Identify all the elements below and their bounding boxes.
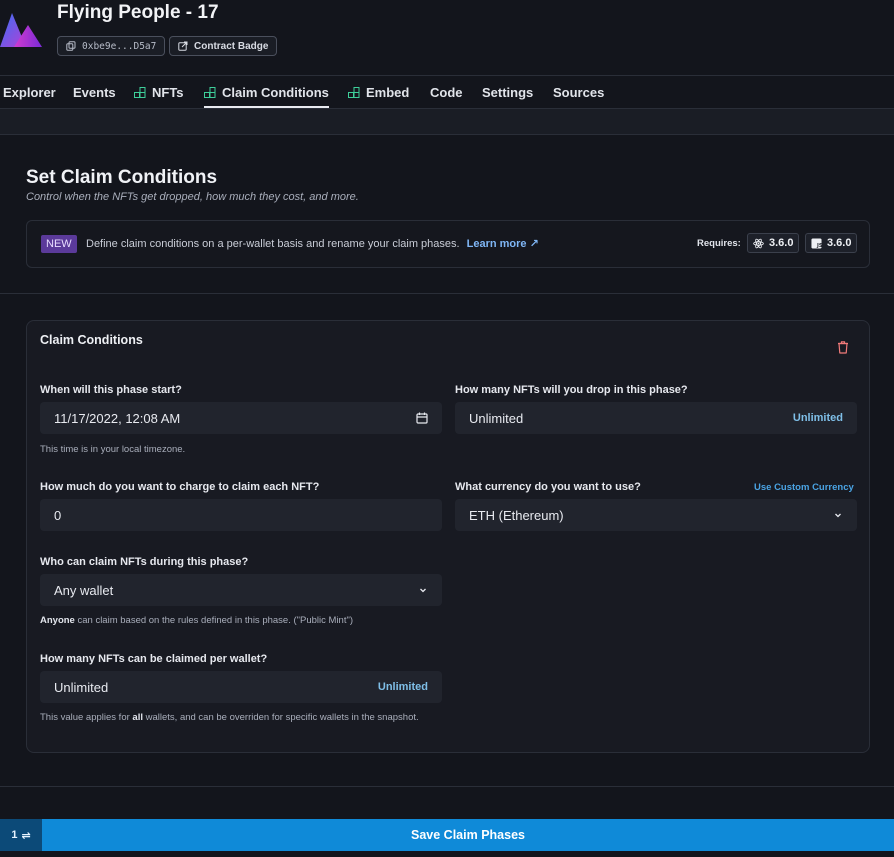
timezone-help: This time is in your local timezone.: [40, 444, 186, 455]
per-wallet-value: Unlimited: [54, 679, 109, 695]
drop-label: How many NFTs will you drop in this phas…: [455, 384, 688, 396]
sdk-version: 3.6.0: [827, 237, 852, 249]
learn-more-link[interactable]: Learn more ↗: [467, 238, 539, 250]
tab-nfts[interactable]: NFTs: [134, 76, 184, 109]
sdk-version-badge: JS 3.6.0: [805, 233, 858, 253]
page-subtitle: Control when the NFTs get dropped, how m…: [26, 191, 359, 203]
section-divider: [0, 293, 894, 294]
drop-quantity-input[interactable]: Unlimited Unlimited: [455, 402, 857, 434]
tab-code[interactable]: Code: [430, 76, 463, 109]
tab-label: Settings: [482, 85, 534, 100]
phase-count: 1 ⇌: [0, 819, 42, 851]
svg-text:JS: JS: [816, 243, 822, 249]
per-wallet-help-pre: This value applies for: [40, 712, 133, 723]
price-input[interactable]: 0: [40, 499, 442, 531]
currency-label: What currency do you want to use?: [455, 481, 641, 493]
swap-icon: ⇌: [21, 829, 31, 842]
tab-label: Explorer: [3, 85, 56, 100]
tab-label: Sources: [553, 85, 605, 100]
bottom-divider: [0, 786, 894, 787]
who-help: Anyone can claim based on the rules defi…: [40, 613, 353, 628]
card-title: Claim Conditions: [40, 333, 143, 347]
tab-label: NFTs: [152, 85, 184, 100]
start-label: When will this phase start?: [40, 384, 182, 396]
tab-events[interactable]: Events: [73, 76, 116, 109]
tab-label: Claim Conditions: [222, 85, 329, 100]
external-link-icon: [178, 41, 188, 51]
calendar-icon[interactable]: [416, 412, 428, 424]
drop-quantity-value: Unlimited: [469, 410, 524, 426]
blocks-icon: [204, 86, 216, 98]
per-wallet-help-bold: all: [132, 712, 143, 723]
per-wallet-help-post: wallets, and can be overriden for specif…: [142, 712, 419, 723]
react-icon: [753, 238, 764, 248]
react-version-badge: 3.6.0: [747, 233, 800, 253]
save-claim-phases-button[interactable]: Save Claim Phases: [42, 819, 894, 851]
currency-value: ETH (Ethereum): [469, 507, 564, 523]
per-wallet-help: This value applies for all wallets, and …: [40, 710, 420, 725]
save-bar: 1 ⇌ Save Claim Phases: [0, 819, 894, 851]
start-date-input[interactable]: 11/17/2022, 12:08 AM: [40, 402, 442, 434]
tab-claim-conditions[interactable]: Claim Conditions: [204, 76, 329, 109]
who-label: Who can claim NFTs during this phase?: [40, 556, 249, 568]
contract-badge-label: Contract Badge: [194, 40, 269, 52]
page-title: Set Claim Conditions: [26, 167, 218, 188]
chevron-down-icon: [835, 513, 841, 518]
tab-label: Embed: [366, 85, 410, 100]
arrow-up-right-icon: ↗: [529, 238, 539, 250]
who-help-bold: Anyone: [40, 615, 75, 626]
who-help-text: can claim based on the rules defined in …: [74, 615, 354, 626]
who-value: Any wallet: [54, 582, 114, 598]
price-label: How much do you want to charge to claim …: [40, 481, 320, 493]
drop-unlimited-button[interactable]: Unlimited: [793, 412, 843, 424]
new-feature-notice: NEW Define claim conditions on a per-wal…: [26, 220, 870, 268]
blocks-icon: [348, 86, 360, 98]
trash-icon[interactable]: [835, 339, 851, 355]
notice-text: Define claim conditions on a per-wallet …: [86, 237, 539, 250]
contract-badge-button[interactable]: Contract Badge: [169, 36, 278, 56]
claim-conditions-card: Claim Conditions When will this phase st…: [26, 320, 870, 753]
tab-explorer[interactable]: Explorer: [3, 76, 56, 109]
price-value: 0: [54, 507, 62, 523]
top-band: [0, 109, 894, 135]
blocks-icon: [134, 86, 146, 98]
tab-embed[interactable]: Embed: [348, 76, 409, 109]
js-icon: JS: [811, 237, 822, 249]
learn-more-label: Learn more: [466, 238, 527, 250]
tab-label: Events: [73, 85, 116, 100]
contract-address: 0xbe9e...D5a7: [82, 40, 157, 52]
per-wallet-label: How many NFTs can be claimed per wallet?: [40, 653, 268, 665]
chevron-down-icon: [420, 588, 426, 593]
phase-count-value: 1: [11, 829, 18, 841]
contract-header: Flying People - 17 0xbe9e...D5a7 Contrac…: [0, 0, 894, 75]
currency-select[interactable]: ETH (Ethereum): [455, 499, 857, 531]
tab-sources[interactable]: Sources: [553, 76, 604, 109]
requires-label: Requires:: [697, 238, 741, 249]
new-badge: NEW: [41, 235, 77, 253]
tab-settings[interactable]: Settings: [482, 76, 533, 109]
copy-address-button[interactable]: 0xbe9e...D5a7: [57, 36, 166, 56]
copy-icon: [66, 41, 76, 51]
who-select[interactable]: Any wallet: [40, 574, 442, 606]
per-wallet-input[interactable]: Unlimited Unlimited: [40, 671, 442, 703]
custom-currency-link[interactable]: Use Custom Currency: [754, 482, 854, 493]
per-wallet-unlimited-button[interactable]: Unlimited: [378, 681, 428, 693]
tab-label: Code: [430, 85, 463, 100]
contract-logo: [0, 13, 42, 47]
contract-tabs: Explorer Events NFTs Claim Conditions Em…: [0, 75, 894, 109]
notice-message: Define claim conditions on a per-wallet …: [86, 238, 460, 250]
start-date-value: 11/17/2022, 12:08 AM: [54, 410, 181, 426]
react-version: 3.6.0: [769, 237, 794, 249]
contract-title: Flying People - 17: [57, 2, 219, 23]
